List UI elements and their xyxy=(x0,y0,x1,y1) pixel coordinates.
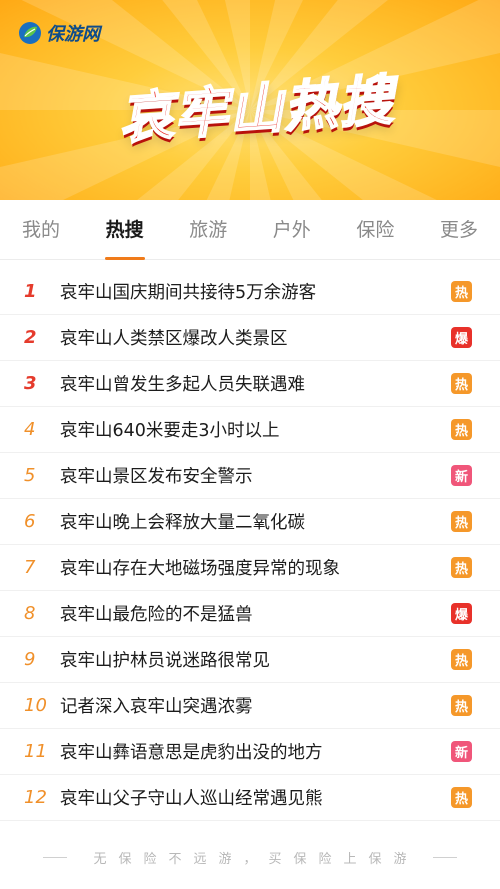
footer-divider-right xyxy=(432,856,457,858)
rank-number: 5 xyxy=(24,465,36,486)
hot-search-title: 哀牢山存在大地磁场强度异常的现象 xyxy=(60,559,340,579)
status-badge: 新 xyxy=(451,465,472,486)
hot-search-title: 哀牢山父子守山人巡山经常遇见熊 xyxy=(60,789,323,809)
hot-search-title: 哀牢山人类禁区爆改人类景区 xyxy=(60,329,288,349)
brand-logo[interactable]: 保游网 xyxy=(18,20,100,46)
rank-number: 8 xyxy=(24,603,36,624)
hot-search-item[interactable]: 3 哀牢山曾发生多起人员失联遇难 热 xyxy=(0,361,500,407)
rank-number: 1 xyxy=(24,281,37,302)
rank-number: 9 xyxy=(24,649,36,670)
status-badge: 热 xyxy=(451,557,472,578)
tab-outdoor[interactable]: 户外 xyxy=(273,200,311,260)
status-badge: 热 xyxy=(451,787,472,808)
tab-more[interactable]: 更多 xyxy=(440,200,478,260)
hero-banner: 保游网 哀牢山 热搜 xyxy=(0,0,500,200)
rank-number: 7 xyxy=(24,557,36,578)
hot-search-title: 哀牢山彝语意思是虎豹出没的地方 xyxy=(60,743,323,763)
footer-slogan: 无保险不远游，买保险上保游 xyxy=(93,851,419,867)
hot-search-item[interactable]: 11 哀牢山彝语意思是虎豹出没的地方 新 xyxy=(0,729,500,775)
hot-search-item[interactable]: 2 哀牢山人类禁区爆改人类景区 爆 xyxy=(0,315,500,361)
hot-search-item[interactable]: 5 哀牢山景区发布安全警示 新 xyxy=(0,453,500,499)
rank-number: 3 xyxy=(24,373,37,394)
status-badge: 热 xyxy=(451,419,472,440)
hot-search-list: 1 哀牢山国庆期间共接待5万余游客热 2 哀牢山人类禁区爆改人类景区爆 3 哀牢山曾发生多… xyxy=(0,269,500,821)
status-badge: 热 xyxy=(451,373,472,394)
hot-search-title: 哀牢山景区发布安全警示 xyxy=(60,467,253,487)
rank-number: 4 xyxy=(24,419,36,440)
hot-search-item[interactable]: 12 哀牢山父子守山人巡山经常遇见熊 热 xyxy=(0,775,500,821)
tab-mine[interactable]: 我的 xyxy=(22,200,60,260)
status-badge: 热 xyxy=(451,281,472,302)
hot-search-title: 哀牢山曾发生多起人员失联遇难 xyxy=(60,375,305,395)
hot-search-title: 哀牢山640米要走3小时以上 xyxy=(60,421,280,441)
tab-travel[interactable]: 旅游 xyxy=(189,200,227,260)
status-badge: 爆 xyxy=(451,603,472,624)
hot-search-title: 哀牢山国庆期间共接待5万余游客 xyxy=(60,283,317,303)
hot-search-item[interactable]: 8 哀牢山最危险的不是猛兽 爆 xyxy=(0,591,500,637)
hot-search-title: 哀牢山晚上会释放大量二氧化碳 xyxy=(60,513,305,533)
rank-number: 6 xyxy=(24,511,36,532)
tab-hot-search[interactable]: 热搜 xyxy=(104,200,145,260)
hot-search-item[interactable]: 7 哀牢山存在大地磁场强度异常的现象 热 xyxy=(0,545,500,591)
hot-search-item[interactable]: 6 哀牢山晚上会释放大量二氧化碳 热 xyxy=(0,499,500,545)
hot-search-title: 哀牢山护林员说迷路很常见 xyxy=(60,651,270,671)
status-badge: 热 xyxy=(451,695,472,716)
tab-insurance[interactable]: 保险 xyxy=(356,200,394,260)
status-badge: 热 xyxy=(451,511,472,532)
category-tabs: 我的 热搜 旅游 户外 保险 更多 xyxy=(0,200,500,260)
rank-number: 10 xyxy=(24,695,47,716)
footer: 无保险不远游，买保险上保游 xyxy=(0,842,500,872)
hot-search-item[interactable]: 4 哀牢山640米要走3小时以上 热 xyxy=(0,407,500,453)
hot-search-item[interactable]: 9 哀牢山护林员说迷路很常见 热 xyxy=(0,637,500,683)
rank-number: 2 xyxy=(24,327,37,348)
rank-number: 11 xyxy=(24,741,47,762)
rank-number: 12 xyxy=(24,787,47,808)
hot-search-title: 哀牢山最危险的不是猛兽 xyxy=(60,605,253,625)
hot-search-item[interactable]: 1 哀牢山国庆期间共接待5万余游客 热 xyxy=(0,269,500,315)
brand-leaf-icon xyxy=(19,22,41,44)
hot-search-title: 记者深入哀牢山突遇浓雾 xyxy=(60,697,253,717)
footer-divider-left xyxy=(43,856,68,858)
hero-title-main: 哀牢山 xyxy=(116,75,287,151)
status-badge: 爆 xyxy=(451,327,472,348)
hero-title-accent: 热搜 xyxy=(281,67,397,140)
brand-name: 保游网 xyxy=(46,24,100,45)
hot-search-item[interactable]: 10 记者深入哀牢山突遇浓雾 热 xyxy=(0,683,500,729)
status-badge: 新 xyxy=(451,741,472,762)
status-badge: 热 xyxy=(451,649,472,670)
